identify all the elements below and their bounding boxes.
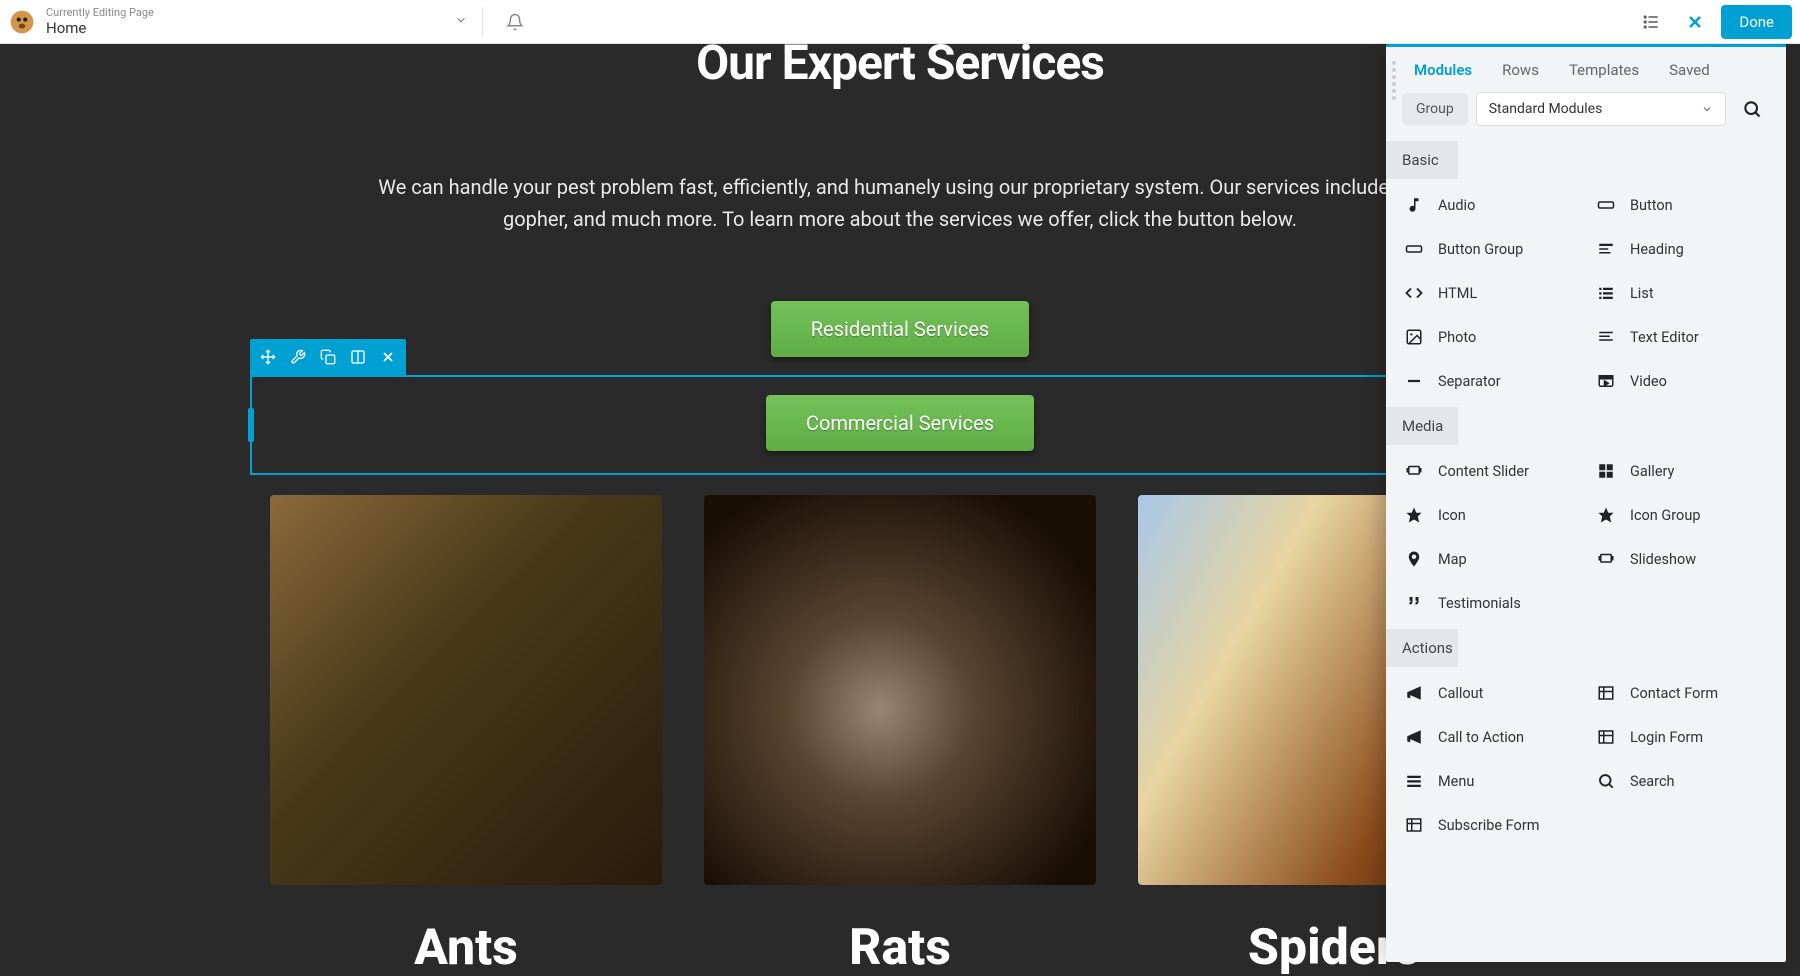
- subscribe-form-icon: [1404, 815, 1424, 835]
- module-list-scroll[interactable]: Basic Audio Button Button Group Heading …: [1386, 141, 1786, 962]
- map-icon: [1404, 549, 1424, 569]
- module-heading[interactable]: Heading: [1586, 227, 1778, 271]
- module-audio[interactable]: Audio: [1394, 183, 1586, 227]
- audio-icon: [1404, 195, 1424, 215]
- video-icon: [1596, 371, 1616, 391]
- search-module-icon: [1596, 771, 1616, 791]
- card-rats: Rats: [704, 495, 1096, 976]
- search-icon[interactable]: [1734, 91, 1770, 127]
- module-menu[interactable]: Menu: [1394, 759, 1586, 803]
- login-form-icon: [1596, 727, 1616, 747]
- button-group-icon: [1404, 239, 1424, 259]
- settings-icon[interactable]: [284, 343, 312, 371]
- testimonials-icon: [1404, 593, 1424, 613]
- heading-icon: [1596, 239, 1616, 259]
- module-html[interactable]: HTML: [1394, 271, 1586, 315]
- module-testimonials[interactable]: Testimonials: [1394, 581, 1586, 625]
- card-title: Ants: [270, 919, 662, 976]
- hero-description: We can handle your pest problem fast, ef…: [350, 171, 1450, 235]
- group-toggle[interactable]: Group: [1402, 93, 1468, 125]
- page-name: Home: [46, 19, 154, 37]
- contact-form-icon: [1596, 683, 1616, 703]
- module-video[interactable]: Video: [1586, 359, 1778, 403]
- module-icon[interactable]: Icon: [1394, 493, 1586, 537]
- menu-icon: [1404, 771, 1424, 791]
- app-logo: [8, 8, 36, 36]
- module-photo[interactable]: Photo: [1394, 315, 1586, 359]
- module-login-form[interactable]: Login Form: [1586, 715, 1778, 759]
- outline-icon[interactable]: [1633, 4, 1669, 40]
- module-gallery[interactable]: Gallery: [1586, 449, 1778, 493]
- commercial-services-button[interactable]: Commercial Services: [766, 395, 1034, 451]
- column-icon[interactable]: [344, 343, 372, 371]
- module-text-editor[interactable]: Text Editor: [1586, 315, 1778, 359]
- resize-handle[interactable]: [248, 408, 254, 442]
- module-icon-group[interactable]: Icon Group: [1586, 493, 1778, 537]
- module-slideshow[interactable]: Slideshow: [1586, 537, 1778, 581]
- section-media: Media: [1386, 407, 1786, 445]
- panel-tabs: Modules Rows Templates Saved: [1386, 47, 1786, 91]
- module-button-group[interactable]: Button Group: [1394, 227, 1586, 271]
- html-icon: [1404, 283, 1424, 303]
- tab-saved[interactable]: Saved: [1669, 61, 1710, 79]
- page-selector[interactable]: Currently Editing Page Home: [46, 6, 154, 37]
- photo-icon: [1404, 327, 1424, 347]
- tab-templates[interactable]: Templates: [1569, 61, 1639, 79]
- module-contact-form[interactable]: Contact Form: [1586, 671, 1778, 715]
- section-actions: Actions: [1386, 629, 1786, 667]
- module-search[interactable]: Search: [1586, 759, 1778, 803]
- chevron-down-icon: [1701, 103, 1713, 115]
- filter-row: Group Standard Modules: [1386, 91, 1786, 141]
- module-call-to-action[interactable]: Call to Action: [1394, 715, 1586, 759]
- tab-rows[interactable]: Rows: [1502, 61, 1539, 79]
- module-group-select[interactable]: Standard Modules: [1476, 92, 1726, 126]
- icon-group-icon: [1596, 505, 1616, 525]
- text-editor-icon: [1596, 327, 1616, 347]
- section-basic: Basic: [1386, 141, 1786, 179]
- remove-icon[interactable]: [374, 343, 402, 371]
- tab-modules[interactable]: Modules: [1414, 61, 1472, 79]
- divider: [482, 7, 483, 37]
- card-title: Rats: [704, 919, 1096, 976]
- module-callout[interactable]: Callout: [1394, 671, 1586, 715]
- slideshow-icon: [1596, 549, 1616, 569]
- page-dropdown-chevron[interactable]: [454, 12, 468, 31]
- module-toolbar: [250, 339, 406, 375]
- editing-label: Currently Editing Page: [46, 6, 154, 19]
- module-map[interactable]: Map: [1394, 537, 1586, 581]
- gallery-icon: [1596, 461, 1616, 481]
- done-button[interactable]: Done: [1721, 5, 1792, 39]
- notifications-icon[interactable]: [497, 4, 533, 40]
- content-panel: Modules Rows Templates Saved Group Stand…: [1386, 44, 1786, 962]
- duplicate-icon[interactable]: [314, 343, 342, 371]
- list-icon: [1596, 283, 1616, 303]
- service-cards: Ants Rats Spiders: [270, 495, 1530, 976]
- content-slider-icon: [1404, 461, 1424, 481]
- select-value: Standard Modules: [1489, 101, 1603, 117]
- editor-topbar: Currently Editing Page Home Done: [0, 0, 1800, 44]
- separator-icon: [1404, 371, 1424, 391]
- move-icon[interactable]: [254, 343, 282, 371]
- module-subscribe-form[interactable]: Subscribe Form: [1394, 803, 1586, 847]
- rats-image: [704, 495, 1096, 885]
- panel-drag-handle[interactable]: [1390, 53, 1398, 956]
- module-list[interactable]: List: [1586, 271, 1778, 315]
- module-content-slider[interactable]: Content Slider: [1394, 449, 1586, 493]
- callout-icon: [1404, 683, 1424, 703]
- selected-module-row[interactable]: Commercial Services: [250, 375, 1550, 475]
- ants-image: [270, 495, 662, 885]
- residential-services-button[interactable]: Residential Services: [771, 301, 1030, 357]
- module-separator[interactable]: Separator: [1394, 359, 1586, 403]
- card-ants: Ants: [270, 495, 662, 976]
- module-button[interactable]: Button: [1586, 183, 1778, 227]
- close-panel-icon[interactable]: [1677, 4, 1713, 40]
- button-icon: [1596, 195, 1616, 215]
- call-to-action-icon: [1404, 727, 1424, 747]
- icon-icon: [1404, 505, 1424, 525]
